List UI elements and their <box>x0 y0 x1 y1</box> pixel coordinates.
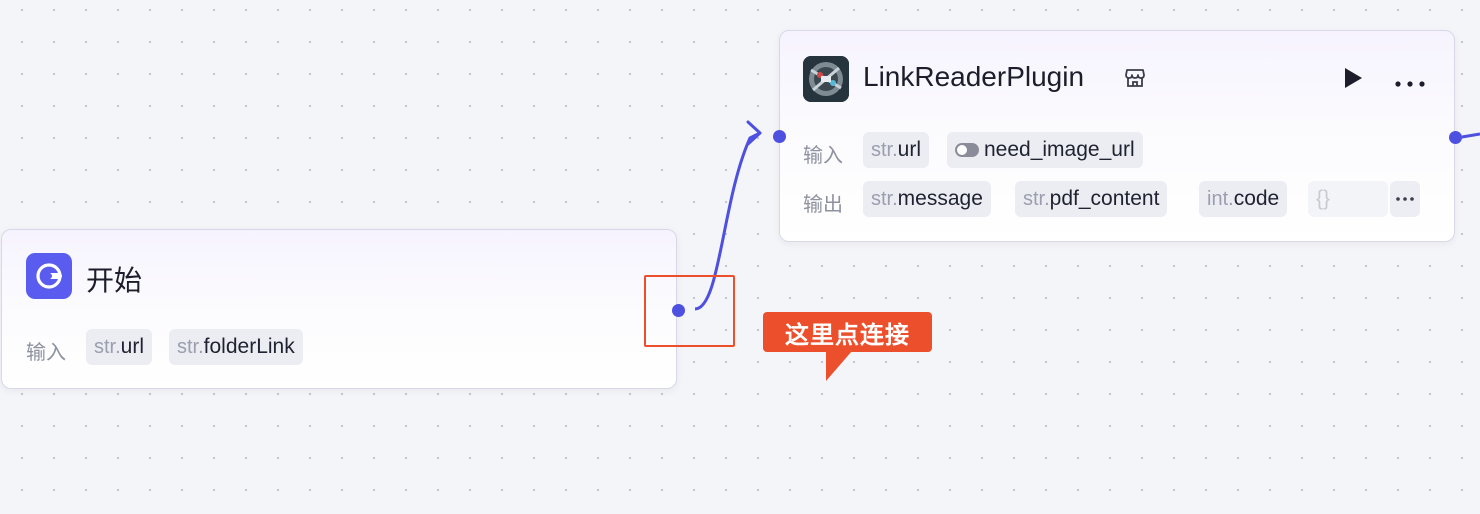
callout-label: 这里点连接 <box>763 312 932 352</box>
plugin-output-handle[interactable] <box>1449 131 1462 144</box>
highlight-box <box>644 275 735 347</box>
start-input-folderlink: str. folderLink <box>169 329 303 365</box>
start-node-title: 开始 <box>86 265 143 296</box>
start-node[interactable]: 开始 输入 str. url str. folderLink <box>1 229 677 389</box>
plugin-input-url: str. url <box>863 132 930 168</box>
plugin-avatar-icon <box>803 56 849 102</box>
more-icon <box>1395 81 1425 87</box>
start-input-url: str. url <box>86 329 153 365</box>
run-button[interactable] <box>1342 66 1364 95</box>
callout-tail <box>826 351 852 381</box>
plugin-node[interactable]: LinkReaderPlugin 输入 str. url need_image_… <box>779 30 1455 242</box>
plugin-output-pdf-content: str. pdf_content <box>1015 181 1168 217</box>
plugin-node-title: LinkReaderPlugin <box>863 61 1085 92</box>
plugin-input-handle[interactable] <box>773 130 786 143</box>
more-options-button[interactable] <box>1394 75 1426 93</box>
plugin-input-need-image-url: need_image_url <box>947 132 1143 168</box>
store-icon <box>1124 67 1146 94</box>
play-icon <box>1345 68 1362 88</box>
plugin-output-object: {} <box>1308 181 1388 217</box>
toggle-icon <box>955 143 979 157</box>
ellipsis-icon <box>1396 197 1414 201</box>
start-icon <box>26 253 72 299</box>
start-input-label: 输入 <box>26 342 66 364</box>
more-outputs-button[interactable] <box>1390 181 1420 217</box>
plugin-output-label: 输出 <box>803 194 843 216</box>
workflow-canvas[interactable]: 开始 输入 str. url str. folderLink LinkReaderP… <box>0 0 1480 514</box>
plugin-input-label: 输入 <box>803 145 843 167</box>
plugin-output-code: int. code <box>1199 181 1288 217</box>
plugin-output-message: str. message <box>863 181 991 217</box>
